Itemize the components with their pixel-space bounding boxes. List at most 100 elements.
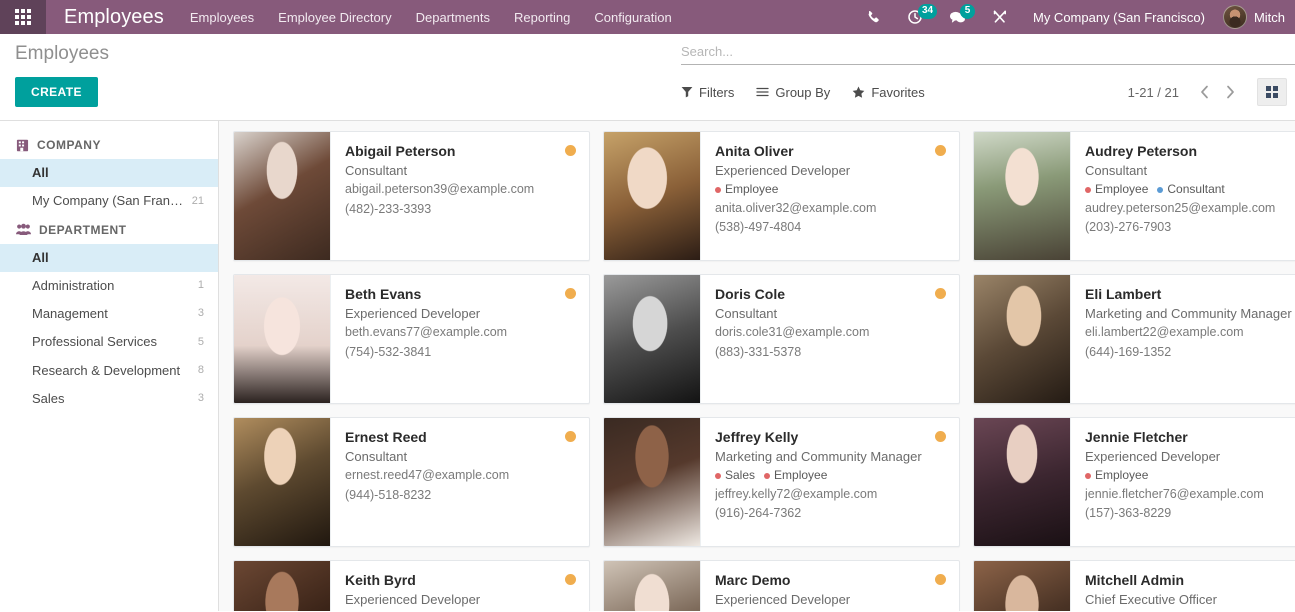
kanban-view-button[interactable] [1257,78,1287,106]
sidebar-item-research-development[interactable]: Research & Development 8 [0,357,218,385]
tag-color-dot-icon [1157,187,1164,194]
sidebar-item-label: Professional Services [32,334,157,350]
employee-photo [974,418,1071,546]
main-menu: Employees Employee Directory Departments… [178,0,684,34]
menu-item-departments[interactable]: Departments [404,0,502,34]
favorites-dropdown[interactable]: Favorites [852,83,934,102]
employee-phone[interactable]: (916)-264-7362 [715,504,947,523]
employee-email[interactable]: beth.evans77@example.com [345,323,577,342]
employee-card[interactable]: Eli Lambert Marketing and Community Manag… [973,274,1295,404]
employee-phone[interactable]: (883)-331-5378 [715,343,947,362]
menu-item-employees[interactable]: Employees [178,0,266,34]
sidebar-item-professional-services[interactable]: Professional Services 5 [0,328,218,356]
employee-phone[interactable]: (754)-532-3841 [345,343,577,362]
app-brand-employees[interactable]: Employees [46,0,178,34]
sidebar-section-department-title: DEPARTMENT [39,222,127,237]
employee-photo [974,132,1071,260]
user-menu[interactable]: Mitch [1217,0,1295,34]
employee-status-dot-icon[interactable] [565,288,576,299]
employee-phone[interactable]: (157)-363-8229 [1085,504,1295,523]
sidebar-item-sales[interactable]: Sales 3 [0,385,218,413]
employee-status-dot-icon[interactable] [565,431,576,442]
employee-card[interactable]: Anita Oliver Experienced Developer Employe… [603,131,960,261]
developer-tools-icon [993,10,1006,23]
sidebar-item-my-company[interactable]: My Company (San Franci… 21 [0,187,218,215]
create-button[interactable]: CREATE [15,76,98,107]
employee-status-dot-icon[interactable] [935,431,946,442]
employee-card[interactable]: Beth Evans Experienced Developer beth.evan… [233,274,590,404]
tag-label: Employee [1095,182,1149,197]
pager-next-button[interactable] [1217,79,1243,105]
employee-phone[interactable]: (203)-276-7903 [1085,218,1295,237]
avatar [1222,5,1247,29]
employee-card[interactable]: Doris Cole Consultant doris.cole31@example… [603,274,960,404]
tag-label: Trainer [1095,610,1133,611]
sidebar-item-management[interactable]: Management 3 [0,300,218,328]
tag-color-dot-icon [1085,187,1091,194]
employee-status-dot-icon[interactable] [935,574,946,585]
employee-email[interactable]: doris.cole31@example.com [715,323,947,342]
breadcrumb: Employees [15,43,109,64]
employee-tags: Trainer Employee [1085,610,1295,611]
menu-item-employee-directory[interactable]: Employee Directory [266,0,403,34]
employee-photo [604,418,701,546]
search-bar[interactable] [681,42,1295,65]
employee-phone[interactable]: (644)-169-1352 [1085,343,1295,362]
apps-menu-toggle[interactable] [0,0,46,34]
menu-item-configuration[interactable]: Configuration [582,0,683,34]
sidebar-item-administration[interactable]: Administration 1 [0,272,218,300]
employee-name: Eli Lambert [1085,286,1162,302]
employee-tag: Employee [715,610,778,611]
phone-icon [868,10,879,22]
employee-email[interactable]: abigail.peterson39@example.com [345,180,577,199]
employee-card[interactable]: Abigail Peterson Consultant abigail.peters… [233,131,590,261]
menu-item-reporting[interactable]: Reporting [502,0,582,34]
activity-menu-button[interactable]: 34 [894,0,938,34]
employee-tags: Sales Employee [715,467,947,484]
employee-status-dot-icon[interactable] [935,288,946,299]
sidebar-item-label: My Company (San Franci… [32,193,192,209]
tag-color-dot-icon [715,187,721,194]
employee-email[interactable]: jennie.fletcher76@example.com [1085,485,1295,504]
employee-phone[interactable]: (482)-233-3393 [345,200,577,219]
employee-email[interactable]: ernest.reed47@example.com [345,466,577,485]
employee-card[interactable]: Keith Byrd Experienced Developer Employee [233,560,590,611]
employee-card[interactable]: Marc Demo Experienced Developer Employee [603,560,960,611]
employee-card[interactable]: Mitchell Admin Chief Executive Officer Tra… [973,560,1295,611]
employee-phone[interactable]: (538)-497-4804 [715,218,947,237]
employee-photo [234,561,331,611]
messaging-menu-button[interactable]: 5 [936,0,979,34]
employee-card[interactable]: Jeffrey Kelly Marketing and Community Man… [603,417,960,547]
employee-tag: Employee [715,181,778,198]
sidebar-item-company-all[interactable]: All [0,159,218,188]
phone-icon-button[interactable] [853,0,894,34]
employee-card[interactable]: Audrey Peterson Consultant Employee Consult… [973,131,1295,261]
sidebar-item-label: All [32,249,49,265]
employee-email[interactable]: audrey.peterson25@example.com [1085,199,1295,218]
employee-status-dot-icon[interactable] [565,574,576,585]
group-by-dropdown[interactable]: Group By [756,83,840,102]
employee-status-dot-icon[interactable] [565,145,576,156]
employee-job-title: Experienced Developer [715,162,851,178]
search-input[interactable] [681,42,1295,61]
group-by-lines-icon [756,87,770,97]
employee-card[interactable]: Jennie Fletcher Experienced Developer Empl… [973,417,1295,547]
company-switcher[interactable]: My Company (San Francisco) [1021,0,1217,34]
sidebar-item-count: 5 [197,335,204,348]
employee-card-body: Beth Evans Experienced Developer beth.evan… [331,275,589,403]
employee-card-body: Eli Lambert Marketing and Community Manag… [1071,275,1295,403]
sidebar-item-department-all[interactable]: All [0,243,218,272]
employee-name: Ernest Reed [345,429,427,445]
employee-email[interactable]: eli.lambert22@example.com [1085,323,1295,342]
developer-tools-button[interactable] [979,0,1021,34]
view-switcher [1257,78,1287,106]
employee-email[interactable]: jeffrey.kelly72@example.com [715,485,947,504]
employee-card-body: Jeffrey Kelly Marketing and Community Man… [701,418,959,546]
filters-dropdown[interactable]: Filters [681,83,744,102]
employee-phone[interactable]: (944)-518-8232 [345,486,577,505]
employee-email[interactable]: anita.oliver32@example.com [715,199,947,218]
employee-status-dot-icon[interactable] [935,145,946,156]
employee-tag: Sales [715,467,755,484]
pager-previous-button[interactable] [1191,79,1217,105]
employee-card[interactable]: Ernest Reed Consultant ernest.reed47@examp… [233,417,590,547]
